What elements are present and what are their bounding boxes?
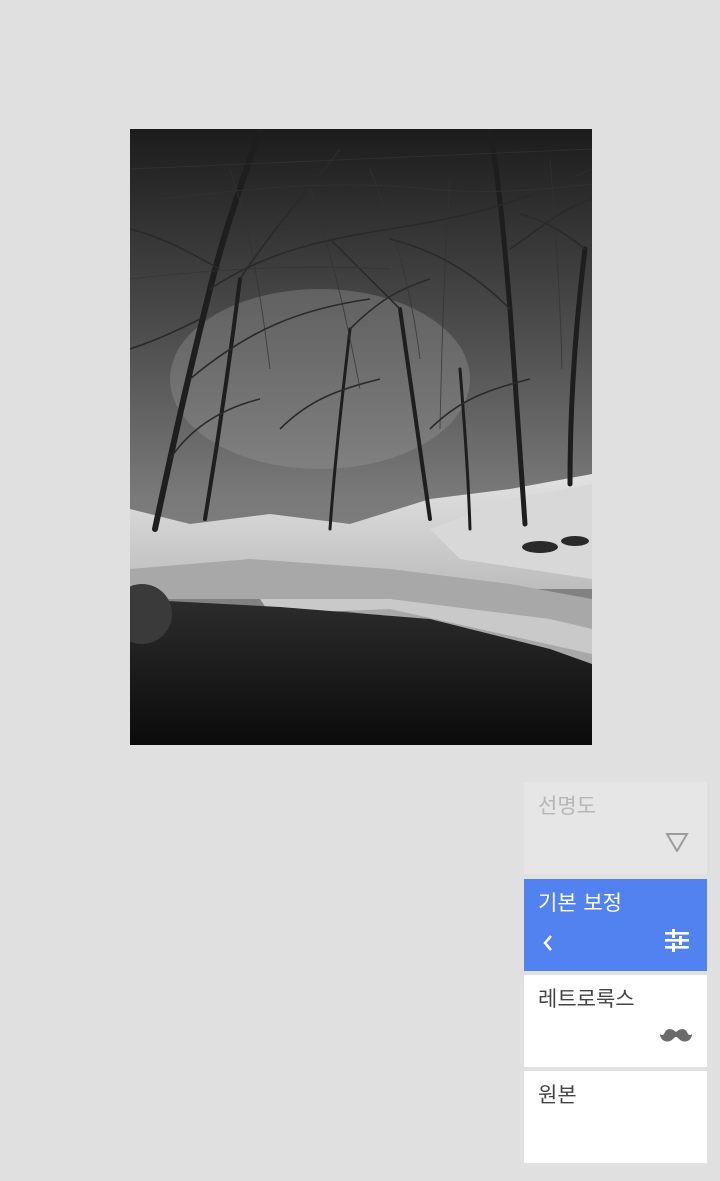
sliders-icon[interactable] [664, 928, 690, 956]
chevron-left-icon[interactable] [542, 934, 554, 956]
filter-card-retrolux[interactable]: 레트로룩스 [524, 975, 707, 1067]
photo-preview [130, 129, 592, 745]
filter-label-original: 원본 [538, 1083, 577, 1107]
triangle-down-icon [665, 832, 689, 856]
filter-card-tune-image[interactable]: 기본 보정 [524, 879, 707, 971]
filter-card-sharpness[interactable]: 선명도 [524, 782, 707, 874]
filter-label-tune-image: 기본 보정 [538, 891, 622, 915]
filter-card-original[interactable]: 원본 [524, 1071, 707, 1163]
filter-label-retrolux: 레트로룩스 [538, 987, 635, 1011]
mustache-icon [659, 1027, 693, 1049]
filter-label-sharpness: 선명도 [538, 794, 596, 818]
